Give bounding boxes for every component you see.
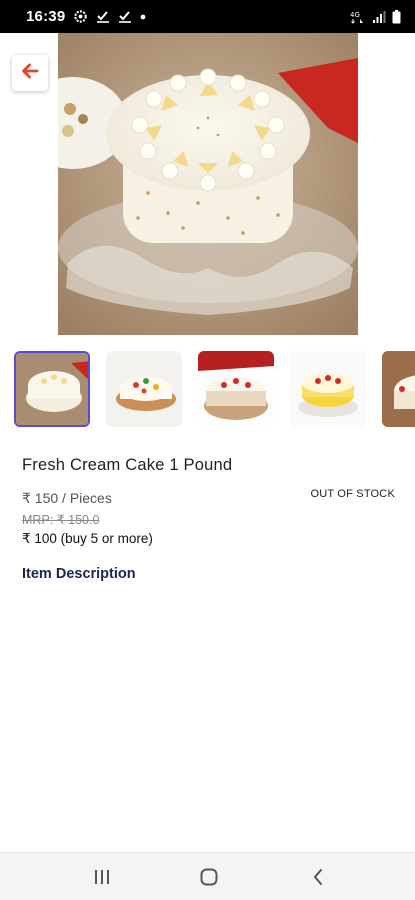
back-nav-icon[interactable] bbox=[306, 865, 330, 889]
signal-icon bbox=[372, 10, 386, 24]
dot-icon bbox=[140, 14, 146, 20]
stock-status-badge: OUT OF STOCK bbox=[310, 488, 395, 500]
network-4g-icon: 4G bbox=[350, 10, 366, 24]
system-nav-bar bbox=[0, 852, 415, 900]
thumbnail-item[interactable] bbox=[106, 351, 182, 427]
thumbnail-gallery bbox=[0, 351, 415, 429]
settings-gear-icon bbox=[73, 9, 88, 24]
home-icon[interactable] bbox=[197, 865, 221, 889]
thumbnail-item[interactable] bbox=[382, 351, 415, 427]
product-detail-screen: Fresh Cream Cake 1 Pound ₹ 150 / Pieces … bbox=[0, 33, 415, 852]
thumbnail-item[interactable] bbox=[290, 351, 366, 427]
product-mrp: MRP: ₹ 150.0 bbox=[22, 513, 100, 527]
status-bar: 16:39 4G bbox=[0, 0, 415, 33]
product-title: Fresh Cream Cake 1 Pound bbox=[22, 456, 233, 474]
recent-apps-icon[interactable] bbox=[90, 865, 114, 889]
task-check-icon bbox=[118, 10, 132, 24]
back-button[interactable] bbox=[12, 55, 48, 91]
thumbnail-item[interactable] bbox=[14, 351, 90, 427]
svg-text:4G: 4G bbox=[350, 11, 360, 19]
battery-icon bbox=[392, 9, 401, 24]
bulk-price-offer: ₹ 100 (buy 5 or more) bbox=[22, 531, 153, 546]
arrow-left-icon bbox=[21, 63, 39, 84]
status-time: 16:39 bbox=[26, 8, 66, 25]
product-price: ₹ 150 / Pieces bbox=[22, 490, 112, 506]
item-description-heading: Item Description bbox=[22, 566, 136, 582]
task-check-icon bbox=[96, 10, 110, 24]
product-main-image bbox=[58, 33, 358, 335]
thumbnail-item[interactable] bbox=[198, 351, 274, 427]
